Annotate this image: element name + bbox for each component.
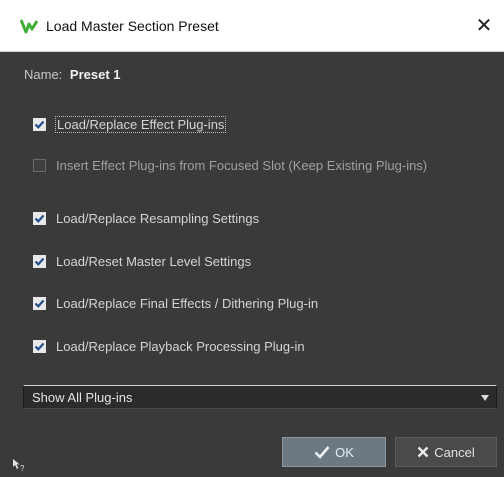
preset-name-row: Name: Preset 1 [24,67,121,82]
close-icon[interactable]: ✕ [464,10,504,42]
checkbox-checked-icon[interactable] [33,211,46,225]
ok-button[interactable]: OK [282,437,386,467]
option-load-replace-resampling-settings[interactable]: Load/Replace Resampling Settings [33,209,259,227]
name-label: Name: [24,67,63,82]
option-label: Insert Effect Plug-ins from Focused Slot… [56,157,428,173]
dropdown-selected-value: Show All Plug-ins [32,390,133,405]
option-label: Load/Replace Playback Processing Plug-in [56,338,305,354]
svg-text:?: ? [20,464,25,472]
help-cursor-icon[interactable]: ? [12,458,26,472]
preset-name-value: Preset 1 [69,67,121,82]
option-load-reset-master-level-settings[interactable]: Load/Reset Master Level Settings [33,252,251,270]
option-load-replace-effect-plugins[interactable]: Load/Replace Effect Plug-ins [33,115,227,133]
option-label: Load/Replace Effect Plug-ins [54,115,227,133]
option-label: Load/Replace Resampling Settings [56,210,260,226]
option-load-replace-playback-processing[interactable]: Load/Replace Playback Processing Plug-in [33,337,305,355]
checkbox-unchecked-icon[interactable] [33,158,46,172]
ok-label: OK [335,444,354,460]
option-label: Load/Reset Master Level Settings [56,253,252,269]
dropdown-arrow-icon [481,395,489,401]
x-icon [417,446,429,458]
option-load-replace-final-effects-dithering[interactable]: Load/Replace Final Effects / Dithering P… [33,294,318,312]
option-label: Load/Replace Final Effects / Dithering P… [56,295,319,311]
wavelab-logo-icon [20,19,38,34]
cancel-label: Cancel [434,444,475,460]
checkbox-checked-icon[interactable] [33,296,46,310]
option-insert-effect-plugins-focused-slot[interactable]: Insert Effect Plug-ins from Focused Slot… [33,156,427,174]
title-bar: Load Master Section Preset ✕ [0,0,504,52]
dialog-title: Load Master Section Preset [46,18,219,34]
checkbox-checked-icon[interactable] [33,117,46,131]
checkbox-checked-icon[interactable] [33,339,46,353]
plugin-filter-dropdown[interactable]: Show All Plug-ins [23,385,497,409]
cancel-button[interactable]: Cancel [395,437,497,467]
checkmark-icon [314,445,330,459]
checkbox-checked-icon[interactable] [33,254,46,268]
